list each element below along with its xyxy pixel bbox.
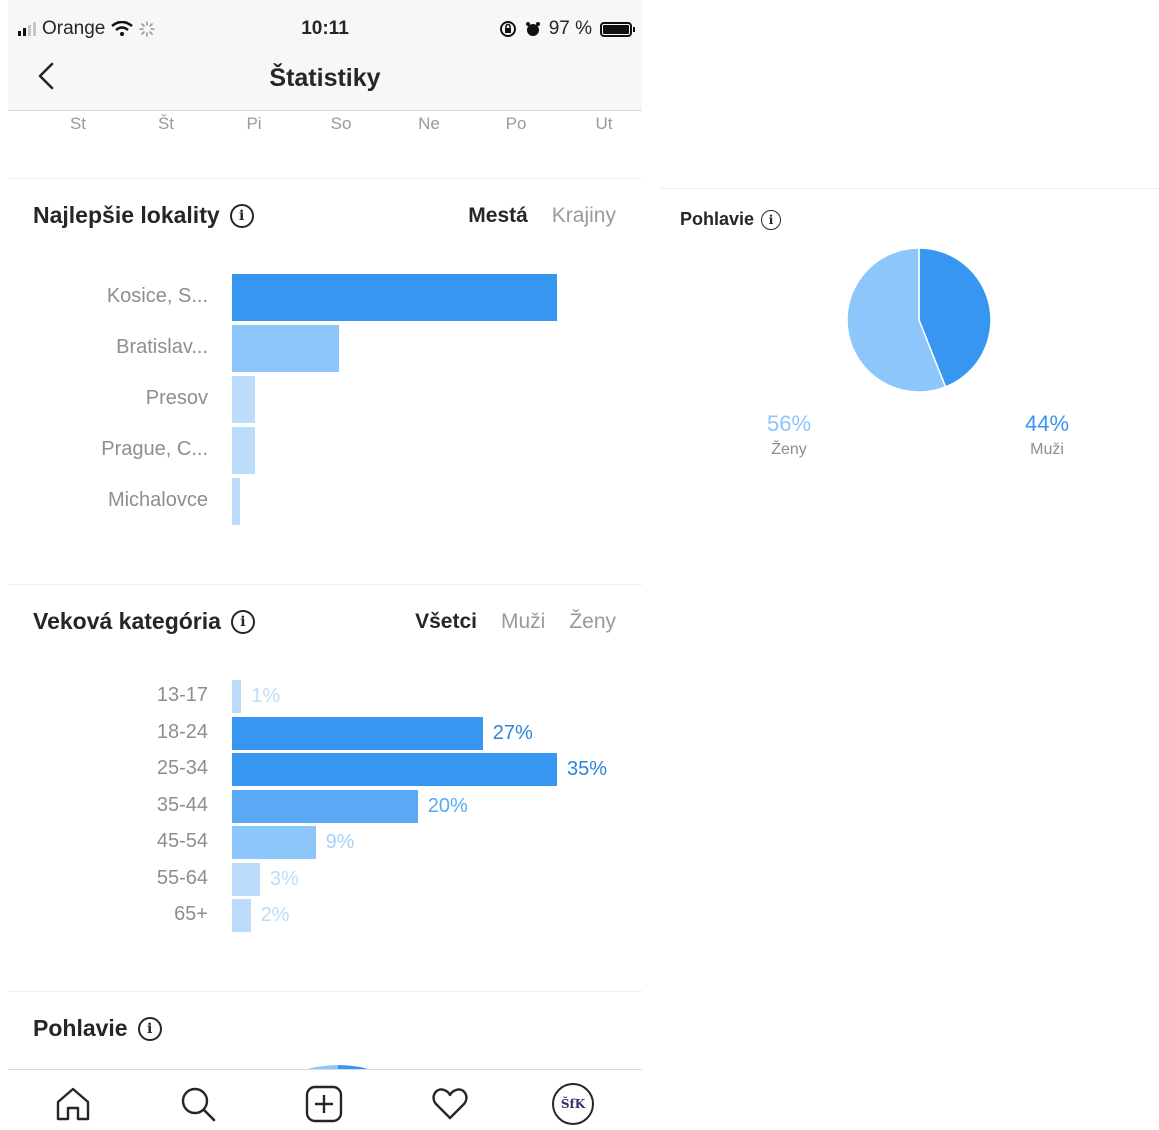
gender-panel-title-text: Pohlavie bbox=[680, 209, 755, 229]
tab-bar: ŠfK bbox=[8, 1069, 642, 1130]
alarm-icon bbox=[525, 22, 540, 36]
age-percent: 2% bbox=[260, 904, 290, 926]
pie-percent: 44% bbox=[1024, 411, 1070, 436]
info-icon[interactable]: i bbox=[230, 609, 255, 634]
age-label: 35-44 bbox=[156, 793, 208, 816]
age-percent: 35% bbox=[567, 758, 608, 780]
phone-screen: Orange 10:11 97 % Štatistiky St Št Pi So… bbox=[8, 0, 642, 1130]
day-label: So bbox=[330, 114, 352, 133]
tab-cities[interactable]: Mestá bbox=[468, 204, 528, 228]
age-bar bbox=[232, 716, 483, 750]
tab-all[interactable]: Všetci bbox=[415, 610, 477, 634]
age-label: 25-34 bbox=[156, 757, 208, 779]
tab-countries[interactable]: Krajiny bbox=[552, 204, 616, 228]
age-label: 18-24 bbox=[156, 720, 208, 743]
age-label: 13-17 bbox=[156, 684, 208, 706]
locations-title: Najlepšie lokality i bbox=[33, 202, 254, 229]
location-bar bbox=[232, 325, 340, 372]
location-label: Bratislav... bbox=[116, 336, 208, 358]
age-percent: 27% bbox=[492, 721, 533, 744]
rotation-lock-icon bbox=[499, 21, 516, 37]
location-label: Kosice, S... bbox=[106, 285, 208, 307]
location-label: Presov bbox=[145, 387, 208, 409]
profile-avatar[interactable]: ŠfK bbox=[552, 1083, 594, 1125]
profile-tab[interactable]: ŠfK bbox=[551, 1082, 595, 1126]
age-bar bbox=[232, 680, 242, 713]
location-bar bbox=[232, 478, 240, 525]
info-icon[interactable]: i bbox=[137, 1016, 162, 1041]
location-bar bbox=[232, 427, 255, 474]
day-axis: St Št Pi So Ne Po Ut bbox=[8, 114, 642, 138]
age-label: 45-54 bbox=[156, 830, 208, 852]
day-label: Ut bbox=[595, 114, 613, 133]
info-icon[interactable]: i bbox=[229, 203, 254, 228]
age-toggle: Všetci Muži Ženy bbox=[415, 610, 616, 634]
home-icon[interactable] bbox=[51, 1082, 95, 1126]
age-percent: 20% bbox=[427, 794, 468, 817]
age-bar bbox=[232, 862, 260, 896]
divider bbox=[8, 584, 642, 585]
gender-title-text: Pohlavie bbox=[33, 1015, 128, 1041]
divider bbox=[8, 991, 642, 992]
search-icon[interactable] bbox=[176, 1082, 220, 1126]
day-label: St bbox=[69, 114, 87, 133]
gender-pie-chart bbox=[846, 247, 992, 393]
right-status: 97 % bbox=[499, 18, 635, 40]
status-bar: Orange 10:11 97 % bbox=[8, 0, 642, 50]
age-title: Veková kategória i bbox=[33, 608, 255, 635]
battery-percent: 97 % bbox=[548, 18, 592, 39]
page-title: Štatistiky bbox=[269, 64, 381, 92]
age-bar bbox=[232, 789, 418, 823]
tab-women[interactable]: Ženy bbox=[569, 610, 616, 634]
info-icon[interactable]: i bbox=[761, 209, 782, 230]
age-bar bbox=[232, 899, 251, 932]
gender-panel-title: Pohlavie i bbox=[680, 209, 782, 230]
locations-title-text: Najlepšie lokality bbox=[33, 202, 220, 228]
age-bar bbox=[232, 753, 557, 786]
divider bbox=[8, 178, 642, 179]
location-bar bbox=[232, 376, 255, 423]
heart-icon[interactable] bbox=[428, 1082, 472, 1126]
age-percent: 1% bbox=[251, 685, 281, 707]
day-label: Pi bbox=[246, 114, 262, 133]
add-post-icon[interactable] bbox=[302, 1082, 346, 1126]
locations-toggle: Mestá Krajiny bbox=[468, 204, 616, 228]
gender-panel: Pohlavie i 56% Ženy 44% Muži bbox=[660, 188, 1159, 488]
location-bar bbox=[232, 274, 557, 321]
pie-label: Muži bbox=[1030, 441, 1064, 458]
location-label: Prague, C... bbox=[101, 438, 208, 460]
age-percent: 9% bbox=[325, 831, 355, 853]
tab-men[interactable]: Muži bbox=[501, 610, 545, 634]
nav-bar: Štatistiky bbox=[8, 50, 642, 111]
pie-percent: 56% bbox=[766, 411, 812, 436]
age-percent: 3% bbox=[269, 867, 299, 890]
age-title-text: Veková kategória bbox=[33, 608, 221, 634]
day-label: Ne bbox=[418, 114, 440, 133]
age-bar bbox=[232, 826, 316, 859]
age-label: 65+ bbox=[174, 903, 208, 925]
gender-title: Pohlavie i bbox=[33, 1015, 162, 1042]
age-label: 55-64 bbox=[156, 866, 208, 889]
pie-label: Ženy bbox=[771, 441, 807, 458]
location-label: Michalovce bbox=[107, 489, 208, 511]
day-label: Po bbox=[505, 114, 527, 133]
day-label: Št bbox=[157, 114, 175, 133]
battery-icon bbox=[600, 21, 635, 37]
